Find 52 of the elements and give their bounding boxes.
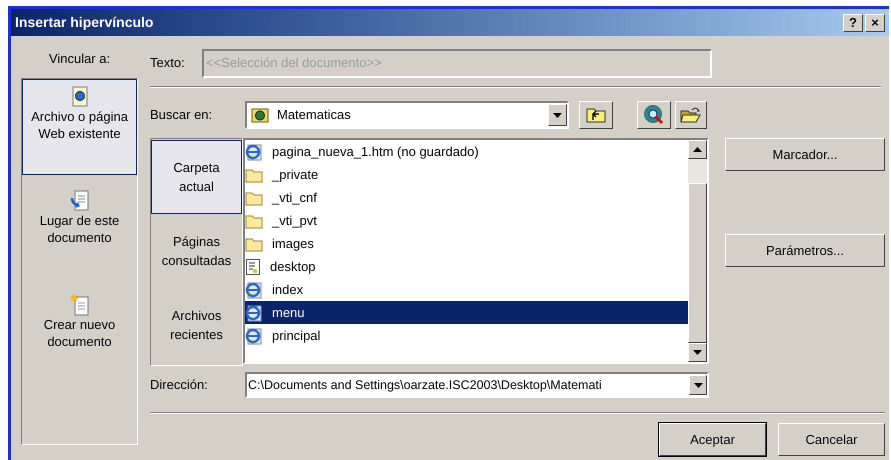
up-folder-button[interactable] <box>579 101 613 129</box>
search-web-button[interactable] <box>637 101 671 129</box>
folder-icon <box>245 190 263 206</box>
file-item[interactable]: pagina_nueva_1.htm (no guardado) <box>245 140 688 163</box>
file-item[interactable]: _private <box>245 163 688 186</box>
bookmark-button[interactable]: Marcador... <box>725 138 885 171</box>
web-page-icon <box>245 304 263 322</box>
dropdown-arrow-icon <box>694 382 702 388</box>
globe-magnifier-icon <box>643 105 665 125</box>
places-item[interactable]: Páginas consultadas <box>151 214 242 288</box>
scrollbar[interactable] <box>688 140 707 362</box>
link-type-item[interactable]: Archivo o página Web existente <box>22 79 137 175</box>
accept-button[interactable]: Aceptar <box>659 423 766 456</box>
address-label: Dirección: <box>150 376 209 394</box>
folder-icon <box>245 166 263 182</box>
close-button[interactable]: × <box>865 14 885 32</box>
help-button[interactable]: ? <box>843 14 863 32</box>
file-item[interactable]: _vti_cnf <box>245 186 688 209</box>
document-arrow-icon <box>70 190 90 212</box>
file-item[interactable]: _vti_pvt <box>245 209 688 232</box>
file-item[interactable]: menu <box>245 301 688 324</box>
link-type-item[interactable]: Crear nuevo documento <box>22 287 137 383</box>
dropdown-arrow-icon <box>553 112 562 118</box>
window-title: Insertar hipervínculo <box>15 13 154 32</box>
places-item[interactable]: Archivos recientes <box>151 288 242 362</box>
parameters-button[interactable]: Parámetros... <box>725 234 885 267</box>
file-item[interactable]: index <box>245 278 688 301</box>
browse-file-button[interactable] <box>675 101 707 129</box>
folder-up-icon <box>586 107 606 123</box>
web-page-icon <box>245 280 263 298</box>
places-item[interactable]: Carpeta actual <box>151 140 242 214</box>
link-type-item[interactable]: Lugar de este documento <box>22 183 137 279</box>
new-document-icon <box>70 294 90 316</box>
look-in-value: Matematicas <box>277 106 352 124</box>
look-in-dropdown[interactable]: Matematicas <box>245 101 569 129</box>
folder-icon <box>245 236 263 252</box>
globe-folder-icon <box>251 107 269 123</box>
globe-document-icon <box>70 86 88 108</box>
folder-icon <box>245 212 263 228</box>
open-folder-icon <box>680 106 702 124</box>
file-item[interactable]: images <box>245 232 688 255</box>
text-label: Texto: <box>150 54 186 72</box>
cancel-button[interactable]: Cancelar <box>778 423 885 456</box>
link-to-label: Vincular a: <box>48 50 112 68</box>
address-dropdown[interactable]: C:\Documents and Settings\oarzate.ISC2003\Desktop\Matemati <box>245 372 709 398</box>
file-item[interactable]: principal <box>245 324 688 347</box>
web-page-icon <box>245 326 263 344</box>
look-in-label: Buscar en: <box>150 106 214 124</box>
file-item[interactable]: desktop <box>245 255 688 278</box>
dropdown-arrow-icon <box>693 350 702 355</box>
web-page-icon <box>245 142 263 160</box>
scroll-up-icon <box>693 147 702 152</box>
